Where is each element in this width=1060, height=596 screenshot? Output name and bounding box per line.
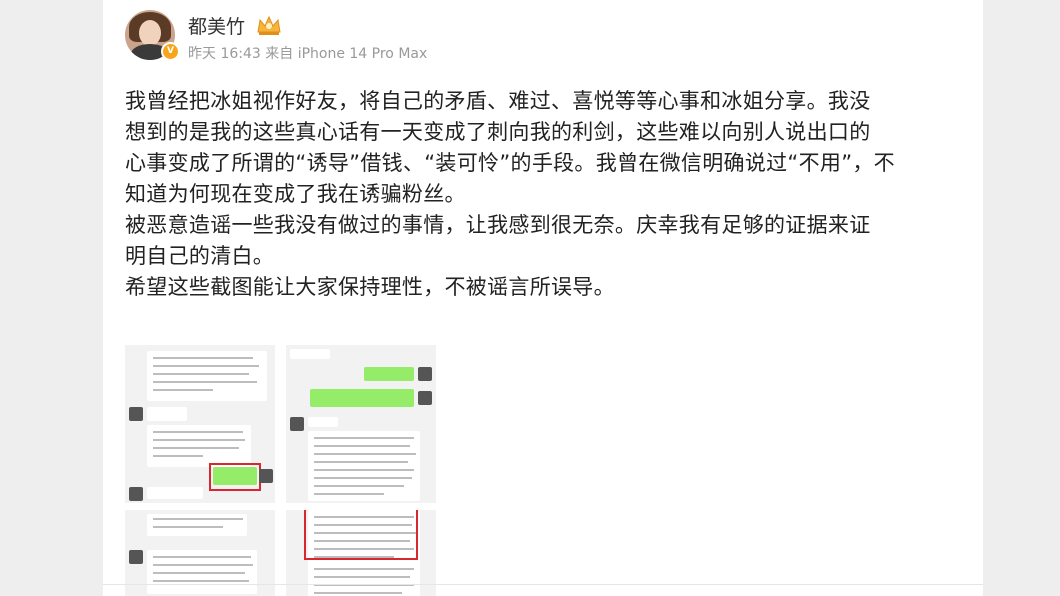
- chat-text-line: [314, 477, 412, 479]
- chat-bubble-self: [364, 367, 414, 381]
- chat-bubble-self: [310, 389, 414, 407]
- chat-avatar: [129, 407, 143, 421]
- chat-text-line: [314, 469, 414, 471]
- chat-bubble: [290, 349, 330, 359]
- chat-text-line: [153, 455, 203, 457]
- chat-text-line: [153, 447, 239, 449]
- divider: [103, 584, 983, 585]
- image-grid: [125, 345, 437, 596]
- chat-avatar: [129, 550, 143, 564]
- chat-bubble: [147, 407, 187, 421]
- chat-avatar: [259, 469, 273, 483]
- chat-avatar: [290, 417, 304, 431]
- chat-text-line: [153, 580, 249, 582]
- chat-text-line: [153, 389, 213, 391]
- chat-bubble: [308, 417, 338, 427]
- chat-text-line: [153, 564, 253, 566]
- chat-avatar: [129, 487, 143, 501]
- chat-text-line: [314, 592, 402, 594]
- username[interactable]: 都美竹: [188, 12, 245, 39]
- chat-text-line: [314, 461, 408, 463]
- weibo-post-card: V 都美竹 昨天 16:43 来自 iPhone 14 Pro Max 我曾经把…: [103, 0, 983, 596]
- chat-bubble: [308, 431, 420, 501]
- avatar-face: [139, 20, 161, 46]
- chat-text-line: [153, 572, 245, 574]
- chat-text-line: [153, 518, 243, 520]
- post-body: 我曾经把冰姐视作好友，将自己的矛盾、难过、喜悦等等心事和冰姐分享。我没 想到的是…: [125, 89, 895, 299]
- chat-avatar: [418, 367, 432, 381]
- chat-bubble: [147, 487, 203, 499]
- chat-text-line: [314, 437, 414, 439]
- chat-text-line: [314, 445, 410, 447]
- chat-text-line: [153, 526, 223, 528]
- chat-text-line: [153, 431, 243, 433]
- screenshot-thumb-2[interactable]: [286, 345, 436, 503]
- chat-avatar: [418, 391, 432, 405]
- chat-text-line: [153, 381, 257, 383]
- chat-text-line: [153, 357, 253, 359]
- highlight-box: [209, 463, 261, 491]
- highlight-box: [304, 510, 418, 560]
- chat-text-line: [314, 453, 416, 455]
- chat-text-line: [153, 556, 251, 558]
- post-meta: 昨天 16:43 来自 iPhone 14 Pro Max: [188, 46, 428, 62]
- chat-text-line: [314, 568, 414, 570]
- chat-text-line: [314, 576, 410, 578]
- chat-text-line: [314, 485, 404, 487]
- verified-badge-icon: V: [161, 42, 180, 61]
- chat-text-line: [314, 493, 384, 495]
- chat-text-line: [153, 365, 259, 367]
- crown-vip-icon[interactable]: [255, 14, 283, 36]
- chat-text-line: [153, 373, 249, 375]
- chat-text-line: [153, 439, 245, 441]
- screenshot-thumb-1[interactable]: [125, 345, 275, 503]
